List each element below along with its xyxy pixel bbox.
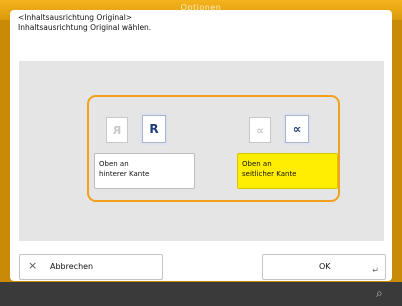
close-icon: ×: [28, 259, 38, 272]
dialog-subtitle: Inhaltsausrichtung Original wählen.: [18, 23, 152, 32]
status-bar: ⌕: [0, 282, 402, 306]
option-top-side-edge[interactable]: ∝ ∝ Oben an seitlicher Kante: [237, 113, 338, 193]
option-icons: R R: [94, 113, 195, 149]
orientation-dialog: <Inhaltsausrichtung Original> Inhaltsaus…: [10, 10, 392, 281]
cancel-button[interactable]: × Abbrechen: [19, 254, 163, 280]
original-page-icon: R: [142, 115, 166, 143]
rotated-page-icon: ∝: [285, 115, 309, 143]
rotated-ghost-page-icon: ∝: [249, 117, 271, 143]
search-icon[interactable]: ⌕: [376, 286, 392, 300]
option-label-line2: hinterer Kante: [99, 170, 150, 178]
ok-label: OK: [319, 262, 331, 271]
cancel-label: Abbrechen: [50, 262, 94, 271]
option-label-line2: seitlicher Kante: [242, 170, 297, 178]
dialog-title: <Inhaltsausrichtung Original>: [18, 13, 133, 22]
ok-button[interactable]: OK ↵: [262, 254, 386, 280]
orientation-option-group: R R Oben an hinterer Kante ∝ ∝ Oben an s…: [87, 95, 340, 202]
option-label-line1: Oben an: [242, 160, 272, 168]
mirrored-page-icon: R: [106, 117, 128, 143]
option-label-line1: Oben an: [99, 160, 129, 168]
option-label-box[interactable]: Oben an hinterer Kante: [94, 153, 195, 189]
enter-icon: ↵: [372, 266, 379, 275]
option-top-rear-edge[interactable]: R R Oben an hinterer Kante: [94, 113, 195, 193]
options-panel: R R Oben an hinterer Kante ∝ ∝ Oben an s…: [19, 61, 384, 241]
option-icons: ∝ ∝: [237, 113, 338, 149]
option-label-box-selected[interactable]: Oben an seitlicher Kante: [237, 153, 338, 189]
